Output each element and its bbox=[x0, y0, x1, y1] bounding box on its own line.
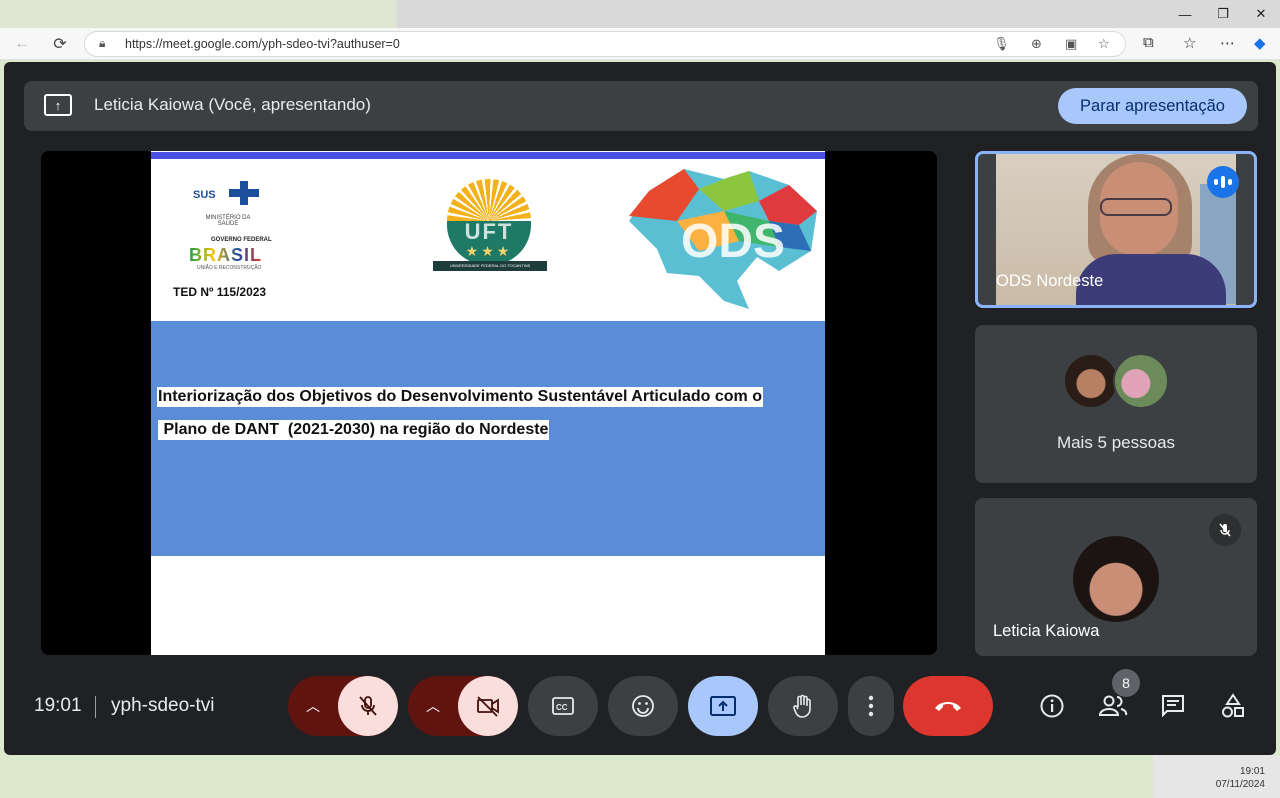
favorite-star-icon[interactable]: ☆ bbox=[1098, 36, 1110, 52]
avatar bbox=[1113, 353, 1169, 409]
sus-cross-icon bbox=[229, 181, 259, 205]
site-info-icon[interactable]: 🔒︎ bbox=[99, 36, 105, 51]
back-icon[interactable]: ← bbox=[10, 32, 34, 56]
chat-button[interactable] bbox=[1157, 690, 1189, 722]
browser-toolbar: ← ⟳ 🔒︎ https://meet.google.com/yph-sdeo-… bbox=[0, 28, 1280, 60]
chevron-up-icon[interactable]: ︿ bbox=[288, 676, 338, 736]
uft-ribbon-text: UNIVERSIDADE FEDERAL DO TOCANTINS bbox=[433, 261, 547, 271]
avatar-group bbox=[1063, 353, 1173, 411]
participant-name: Leticia Kaiowa bbox=[993, 622, 1100, 640]
divider bbox=[95, 696, 96, 718]
camera-toggle-button[interactable] bbox=[458, 676, 518, 736]
more-people-label: Mais 5 pessoas bbox=[1056, 433, 1176, 452]
zoom-icon[interactable]: ⊕ bbox=[1031, 36, 1042, 52]
governo-federal-text: GOVERNO FEDERAL bbox=[211, 237, 272, 243]
mic-control: ︿ bbox=[288, 676, 398, 736]
more-options-button[interactable] bbox=[848, 676, 894, 736]
meeting-clock: 19:01 bbox=[34, 695, 82, 716]
meeting-controls: 19:01 yph-sdeo-tvi ︿ ︿ CC 8 bbox=[4, 668, 1276, 744]
brasil-text: BRASIL bbox=[189, 245, 262, 265]
ods-nordeste-map-logo: ODS bbox=[629, 169, 817, 309]
present-screen-icon bbox=[710, 696, 736, 716]
present-screen-icon: ↑ bbox=[44, 94, 72, 116]
raise-hand-button[interactable] bbox=[768, 676, 838, 736]
activities-button[interactable] bbox=[1217, 690, 1249, 722]
meet-window: ↑ Leticia Kaiowa (Você, apresentando) Pa… bbox=[4, 62, 1276, 755]
stop-presenting-button[interactable]: Parar apresentação bbox=[1058, 88, 1247, 124]
mic-toggle-button[interactable] bbox=[338, 676, 398, 736]
participant-tile-ods-nordeste[interactable]: ODS Nordeste bbox=[975, 151, 1257, 308]
closed-captions-icon: CC bbox=[552, 697, 574, 715]
system-clock[interactable]: 19:01 07/11/2024 bbox=[1153, 755, 1280, 798]
uft-letters: UFT bbox=[464, 219, 514, 244]
end-call-icon bbox=[935, 702, 961, 711]
meeting-code: yph-sdeo-tvi bbox=[111, 695, 215, 716]
minimize-icon[interactable]: — bbox=[1166, 0, 1204, 28]
read-aloud-icon[interactable]: ▣ bbox=[1065, 36, 1077, 52]
uft-logo: UFT ★★★ UNIVERSIDADE FEDERAL DO TOCANTIN… bbox=[433, 179, 547, 279]
activities-icon bbox=[1222, 693, 1244, 718]
more-options-icon[interactable]: ⋯ bbox=[1220, 34, 1235, 52]
avatar bbox=[1063, 353, 1119, 409]
uft-stars-icon: ★★★ bbox=[465, 243, 513, 259]
maximize-icon[interactable]: ❐ bbox=[1204, 0, 1242, 28]
shared-slide: SUS MINISTÉRIO DA SAÚDE GOVERNO FEDERAL … bbox=[151, 151, 825, 655]
presenting-bar: ↑ Leticia Kaiowa (Você, apresentando) Pa… bbox=[24, 81, 1258, 131]
favorites-icon[interactable]: ☆ bbox=[1183, 34, 1196, 52]
microphone-icon[interactable]: 🎙︎ bbox=[993, 36, 1010, 52]
participant-name: ODS Nordeste bbox=[996, 272, 1104, 290]
presentation-stage: SUS MINISTÉRIO DA SAÚDE GOVERNO FEDERAL … bbox=[41, 151, 937, 655]
mic-off-icon bbox=[1209, 514, 1241, 546]
brasil-wordmark: BRASIL bbox=[189, 245, 262, 266]
emoji-icon bbox=[632, 695, 654, 717]
chat-icon bbox=[1162, 695, 1184, 718]
chevron-up-icon[interactable]: ︿ bbox=[408, 676, 458, 736]
url-text[interactable]: https://meet.google.com/yph-sdeo-tvi?aut… bbox=[125, 37, 400, 51]
sus-logo-text: SUS bbox=[193, 189, 216, 201]
ted-number: TED Nº 115/2023 bbox=[173, 285, 267, 299]
slide-top-line bbox=[151, 152, 825, 159]
ministerio-text: MINISTÉRIO DA SAÚDE bbox=[205, 215, 251, 227]
presenting-status: Leticia Kaiowa (Você, apresentando) bbox=[94, 95, 371, 114]
close-icon[interactable]: ✕ bbox=[1242, 0, 1280, 28]
system-date: 07/11/2024 bbox=[1215, 779, 1265, 790]
extensions-icon[interactable]: ⧉ bbox=[1143, 34, 1154, 51]
ods-logo-text: ODS bbox=[681, 215, 785, 268]
mic-off-icon bbox=[359, 696, 377, 716]
more-vert-icon bbox=[868, 695, 874, 717]
slide-title-line-1: Interiorização dos Objetivos do Desenvol… bbox=[157, 387, 763, 407]
reload-icon[interactable]: ⟳ bbox=[48, 32, 72, 56]
participant-tile-others[interactable]: Mais 5 pessoas bbox=[975, 325, 1257, 483]
hand-icon bbox=[793, 694, 811, 718]
sus-logo: SUS MINISTÉRIO DA SAÚDE GOVERNO FEDERAL … bbox=[189, 181, 299, 276]
titlebar-tabstrip bbox=[397, 0, 1280, 28]
uniao-text: UNIÃO E RECONSTRUÇÃO bbox=[197, 265, 262, 271]
leave-call-button[interactable] bbox=[903, 676, 993, 736]
participant-tile-self[interactable]: Leticia Kaiowa bbox=[975, 498, 1257, 656]
meeting-details-button[interactable] bbox=[1036, 690, 1068, 722]
speaking-indicator-icon bbox=[1207, 166, 1239, 198]
participant-glasses bbox=[1100, 198, 1172, 216]
camera-off-icon bbox=[477, 696, 499, 717]
address-bar[interactable]: 🔒︎ https://meet.google.com/yph-sdeo-tvi?… bbox=[84, 31, 1126, 57]
system-time: 19:01 bbox=[1239, 766, 1265, 777]
avatar bbox=[1073, 536, 1159, 622]
info-icon bbox=[1040, 694, 1064, 718]
present-now-button[interactable] bbox=[688, 676, 758, 736]
svg-text:CC: CC bbox=[556, 703, 568, 712]
slide-title-line-2: Plano de DANT (2021-2030) na região do N… bbox=[158, 420, 550, 440]
copilot-icon[interactable]: ◆ bbox=[1254, 34, 1266, 52]
people-icon bbox=[1098, 695, 1128, 716]
people-button[interactable] bbox=[1097, 690, 1129, 722]
reactions-button[interactable] bbox=[608, 676, 678, 736]
camera-control: ︿ bbox=[408, 676, 518, 736]
uft-sun-icon bbox=[447, 179, 531, 221]
os-taskbar: 19:01 07/11/2024 bbox=[0, 755, 1280, 798]
captions-button[interactable]: CC bbox=[528, 676, 598, 736]
window-titlebar: — ❐ ✕ bbox=[0, 0, 1280, 28]
